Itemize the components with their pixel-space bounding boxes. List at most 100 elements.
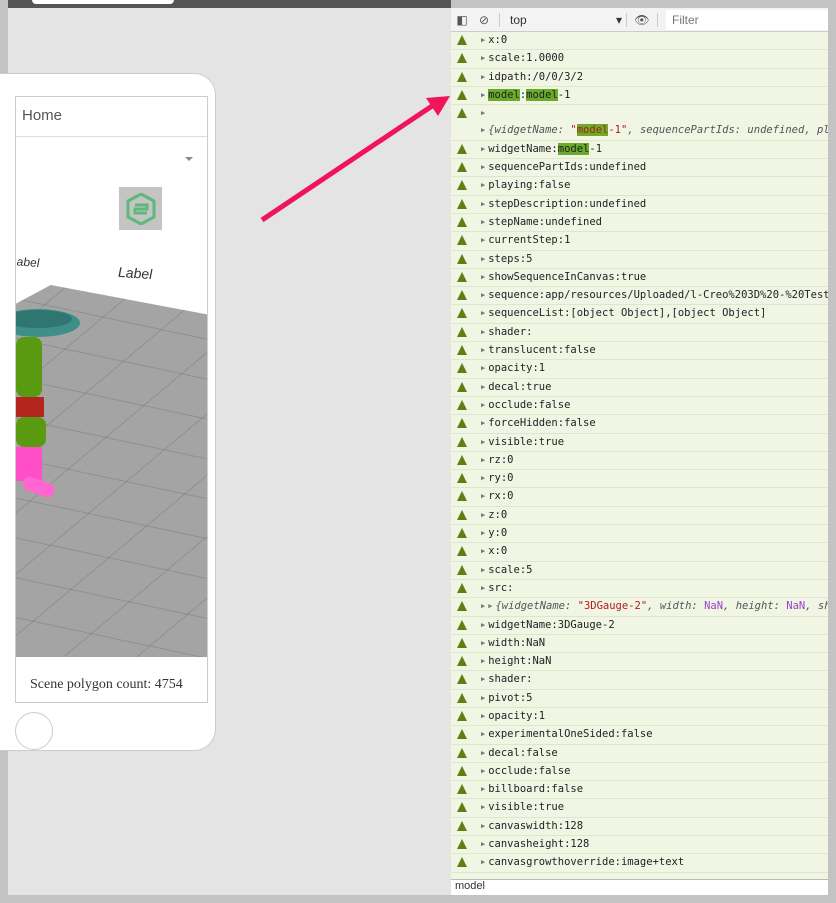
filter-input[interactable] — [666, 9, 828, 30]
console-message[interactable]: ▶ widgetName:3DGauge-2 — [451, 617, 828, 635]
expand-triangle-icon[interactable]: ▶ — [481, 324, 485, 341]
console-message[interactable]: ▶ ry:0 — [451, 470, 828, 489]
expand-triangle-icon[interactable]: ▶ — [481, 525, 485, 542]
console-message[interactable]: ▶ rx:0 — [451, 488, 828, 507]
console-message[interactable]: ▶ stepName:undefined — [451, 214, 828, 233]
console-message[interactable]: ▶ shader: — [451, 324, 828, 343]
expand-triangle-icon[interactable]: ▶ — [481, 617, 485, 634]
console-message[interactable]: ▶ widgetName:model-1 — [451, 141, 828, 160]
expand-triangle-icon[interactable]: ▶ — [481, 214, 485, 231]
console-message[interactable]: ▶ visible:true — [451, 434, 828, 452]
expand-triangle-icon[interactable]: ▶ — [481, 105, 485, 122]
expand-triangle-icon[interactable]: ▶ — [481, 543, 485, 560]
expand-triangle-icon[interactable]: ▶ — [481, 159, 485, 176]
console-message[interactable]: ▶ x:0 — [451, 32, 828, 51]
expand-triangle-icon[interactable]: ▶ — [481, 781, 485, 798]
console-command-input[interactable]: model — [451, 879, 828, 895]
console-message[interactable]: ▶ sequencePartIds:undefined — [451, 159, 828, 178]
expand-triangle-icon[interactable]: ▶ — [481, 671, 485, 688]
console-message[interactable]: ▶ decal:true — [451, 379, 828, 397]
expand-triangle-icon[interactable]: ▶ — [481, 745, 485, 762]
expand-triangle-icon[interactable]: ▶ — [481, 69, 485, 86]
expand-triangle-icon[interactable]: ▶ — [481, 251, 485, 268]
console-message[interactable]: ▶ translucent:false — [451, 342, 828, 361]
expand-triangle-icon[interactable]: ▶ — [481, 836, 485, 853]
console-message[interactable]: ▶ src: — [451, 580, 828, 599]
console-message[interactable]: ▶ model:model-1 — [451, 87, 828, 106]
expand-triangle-icon[interactable]: ▶ — [481, 141, 485, 158]
clear-console-icon[interactable]: ⊘ — [473, 13, 495, 27]
expand-triangle-icon[interactable]: ▶ — [481, 360, 485, 377]
console-message[interactable]: ▶ ▶ {widgetName: "3DGauge-2", width: NaN, … — [451, 598, 828, 617]
expand-triangle-icon[interactable]: ▶ — [481, 507, 485, 524]
expand-triangle-icon[interactable]: ▶ — [481, 269, 485, 286]
console-message[interactable]: ▶ forceHidden:false — [451, 415, 828, 434]
context-select[interactable]: top ▾ — [504, 13, 622, 27]
console-message[interactable]: ▶ z:0 — [451, 507, 828, 526]
console-message[interactable]: ▶ steps:5 — [451, 251, 828, 269]
console-message[interactable]: ▶ scale:5 — [451, 562, 828, 580]
3d-scene[interactable] — [16, 285, 207, 657]
expand-triangle-icon[interactable]: ▶ — [481, 87, 485, 104]
console-message[interactable]: ▶ opacity:1 — [451, 360, 828, 379]
console-message[interactable]: ▶ sequence:app/resources/Uploaded/l-Creo%… — [451, 287, 828, 306]
expand-triangle-icon[interactable]: ▶ — [481, 287, 485, 304]
expand-triangle-icon[interactable]: ▶ — [481, 415, 485, 432]
expand-triangle-icon[interactable]: ▶ — [481, 305, 485, 322]
console-message[interactable]: ▶ scale:1.0000 — [451, 50, 828, 69]
expand-triangle-icon[interactable]: ▶ — [481, 726, 485, 743]
console-message[interactable]: ▶ pivot:5 — [451, 690, 828, 708]
expand-triangle-icon[interactable]: ▶ — [481, 580, 485, 597]
console-message[interactable]: ▶ idpath:/0/0/3/2 — [451, 69, 828, 87]
expand-triangle-icon[interactable]: ▶ — [488, 598, 492, 615]
expand-triangle-icon[interactable]: ▶ — [481, 653, 485, 670]
expand-triangle-icon[interactable]: ▶ — [481, 232, 485, 249]
console-message[interactable]: ▶ playing:false — [451, 177, 828, 196]
console-message[interactable]: ▶ stepDescription:undefined — [451, 196, 828, 214]
console-message[interactable]: ▶ canvasgrowthoverride:image+text — [451, 854, 828, 873]
console-message[interactable]: ▶ sequenceList:[object Object],[object Ob… — [451, 305, 828, 324]
expand-triangle-icon[interactable]: ▶ — [481, 177, 485, 194]
console-message[interactable]: ▶ visible:true — [451, 799, 828, 818]
console-message[interactable]: ▶ billboard:false — [451, 781, 828, 800]
eye-icon[interactable]: 👁 — [631, 13, 653, 27]
console-message[interactable]: ▶ currentStep:1 — [451, 232, 828, 251]
expand-triangle-icon[interactable]: ▶ — [481, 434, 485, 451]
console-message[interactable]: ▶ experimentalOneSided:false — [451, 726, 828, 745]
browser-tab[interactable] — [32, 0, 174, 4]
console-message[interactable]: ▶ width:NaN — [451, 635, 828, 654]
expand-triangle-icon[interactable]: ▶ — [481, 379, 485, 396]
expand-triangle-icon[interactable]: ▶ — [481, 799, 485, 816]
console-message[interactable]: ▶ ▶ {widgetName: "model-1", sequencePartId… — [451, 105, 828, 141]
home-button[interactable] — [15, 712, 53, 750]
expand-triangle-icon[interactable]: ▶ — [481, 122, 485, 139]
expand-triangle-icon[interactable]: ▶ — [481, 397, 485, 414]
console-message[interactable]: ▶ height:NaN — [451, 653, 828, 672]
expand-triangle-icon[interactable]: ▶ — [481, 818, 485, 835]
console-message[interactable]: ▶ occlude:false — [451, 397, 828, 416]
expand-triangle-icon[interactable]: ▶ — [481, 598, 485, 615]
sidebar-toggle-icon[interactable]: ◧ — [451, 13, 473, 27]
expand-triangle-icon[interactable]: ▶ — [481, 708, 485, 725]
expand-triangle-icon[interactable]: ▶ — [481, 32, 485, 49]
chevron-down-icon[interactable] — [185, 157, 193, 161]
console-message[interactable]: ▶ canvasheight:128 — [451, 836, 828, 855]
expand-triangle-icon[interactable]: ▶ — [481, 488, 485, 505]
console-message[interactable]: ▶ decal:false — [451, 745, 828, 763]
console-message[interactable]: ▶ opacity:1 — [451, 708, 828, 727]
expand-triangle-icon[interactable]: ▶ — [481, 562, 485, 579]
console-message[interactable]: ▶ canvaswidth:128 — [451, 818, 828, 837]
console-message[interactable]: ▶ shader: — [451, 671, 828, 690]
console-message[interactable]: ▶ occlude:false — [451, 763, 828, 782]
expand-triangle-icon[interactable]: ▶ — [481, 196, 485, 213]
expand-triangle-icon[interactable]: ▶ — [481, 452, 485, 469]
console-message[interactable]: ▶ showSequenceInCanvas:true — [451, 269, 828, 288]
expand-triangle-icon[interactable]: ▶ — [481, 470, 485, 487]
expand-triangle-icon[interactable]: ▶ — [481, 50, 485, 67]
expand-triangle-icon[interactable]: ▶ — [481, 854, 485, 871]
expand-triangle-icon[interactable]: ▶ — [481, 690, 485, 707]
console-message[interactable]: ▶ x:0 — [451, 543, 828, 562]
console-message[interactable]: ▶ rz:0 — [451, 452, 828, 471]
expand-triangle-icon[interactable]: ▶ — [481, 763, 485, 780]
expand-triangle-icon[interactable]: ▶ — [481, 635, 485, 652]
